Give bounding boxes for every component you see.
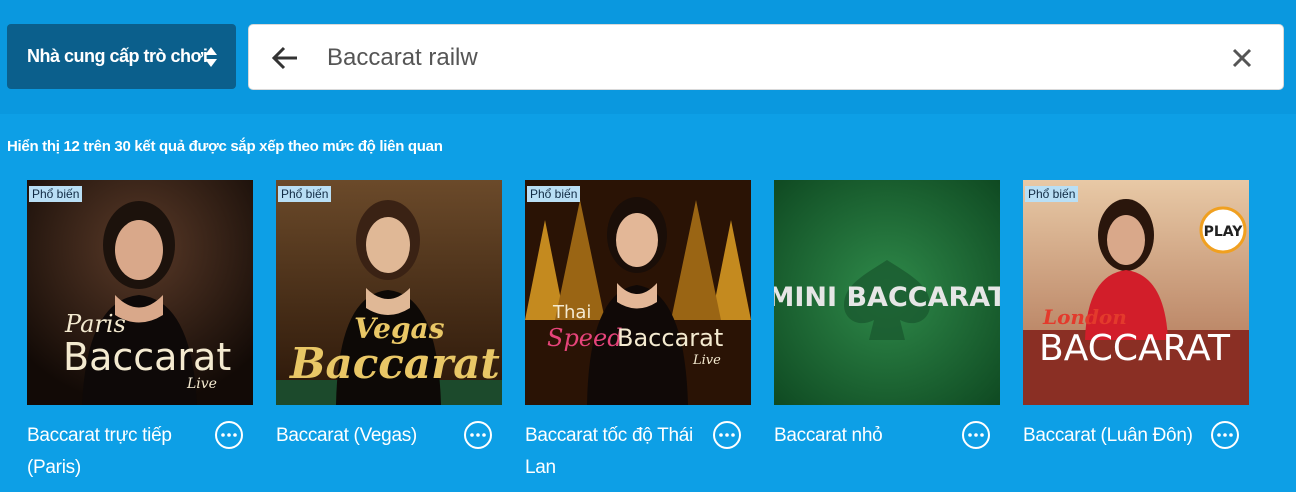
game-thumbnail[interactable]: Vegas Baccarat Phổ biến [276, 180, 502, 405]
popular-badge: Phổ biến [278, 186, 332, 202]
game-title[interactable]: Baccarat nhỏ [774, 420, 949, 452]
svg-text:Live: Live [186, 376, 217, 392]
more-options-button[interactable] [464, 421, 492, 449]
sort-arrows-icon [205, 47, 217, 67]
game-card-paris-baccarat: Paris Baccarat Live Phổ biến Baccarat tr… [27, 180, 253, 478]
ellipsis-icon [1217, 433, 1233, 437]
game-card-thai-speed-baccarat: Thai Speed Baccarat Live Phổ biến Baccar… [525, 180, 751, 478]
ellipsis-icon [968, 433, 984, 437]
more-options-button[interactable] [962, 421, 990, 449]
clear-icon[interactable] [1231, 47, 1253, 69]
popular-badge: Phổ biến [527, 186, 581, 202]
game-title[interactable]: Baccarat (Vegas) [276, 420, 451, 452]
svg-text:Baccarat: Baccarat [617, 324, 723, 352]
svg-text:PLAY: PLAY [1204, 224, 1244, 240]
svg-text:Speed: Speed [547, 324, 623, 352]
game-card-london-baccarat: PLAY London BACCARAT Phổ biến Baccarat (… [1023, 180, 1249, 449]
game-provider-button[interactable]: Nhà cung cấp trò chơi [7, 24, 236, 89]
svg-text:Baccarat: Baccarat [289, 339, 500, 388]
svg-text:London: London [1042, 305, 1127, 329]
back-arrow-icon[interactable] [271, 45, 299, 71]
game-thumbnail[interactable]: MINI BACCARAT [774, 180, 1000, 405]
game-card-mini-baccarat: MINI BACCARAT Baccarat nhỏ [774, 180, 1000, 449]
svg-text:Paris: Paris [64, 310, 126, 338]
more-options-button[interactable] [1211, 421, 1239, 449]
svg-text:Live: Live [692, 353, 721, 368]
game-title[interactable]: Baccarat (Luân Đôn) [1023, 420, 1198, 452]
search-box [248, 24, 1284, 90]
search-input[interactable] [327, 39, 1187, 77]
game-title[interactable]: Baccarat trực tiếp (Paris) [27, 420, 202, 484]
game-thumbnail[interactable]: Thai Speed Baccarat Live Phổ biến [525, 180, 751, 405]
popular-badge: Phổ biến [1025, 186, 1079, 202]
results-count-text: Hiển thị 12 trên 30 kết quả được sắp xếp… [7, 138, 443, 155]
game-thumbnail[interactable]: Paris Baccarat Live Phổ biến [27, 180, 253, 405]
more-options-button[interactable] [215, 421, 243, 449]
game-title[interactable]: Baccarat tốc độ Thái Lan [525, 420, 700, 484]
ellipsis-icon [719, 433, 735, 437]
more-options-button[interactable] [713, 421, 741, 449]
game-provider-label: Nhà cung cấp trò chơi [27, 46, 208, 66]
ellipsis-icon [470, 433, 486, 437]
top-bar: Nhà cung cấp trò chơi [0, 0, 1296, 114]
svg-text:MINI BACCARAT: MINI BACCARAT [774, 282, 1000, 313]
popular-badge: Phổ biến [29, 186, 83, 202]
svg-text:BACCARAT: BACCARAT [1039, 328, 1231, 369]
game-card-vegas-baccarat: Vegas Baccarat Phổ biến Baccarat (Vegas) [276, 180, 502, 449]
game-thumbnail[interactable]: PLAY London BACCARAT Phổ biến [1023, 180, 1249, 405]
svg-text:Baccarat: Baccarat [63, 335, 231, 379]
svg-text:Thai: Thai [552, 302, 591, 323]
ellipsis-icon [221, 433, 237, 437]
